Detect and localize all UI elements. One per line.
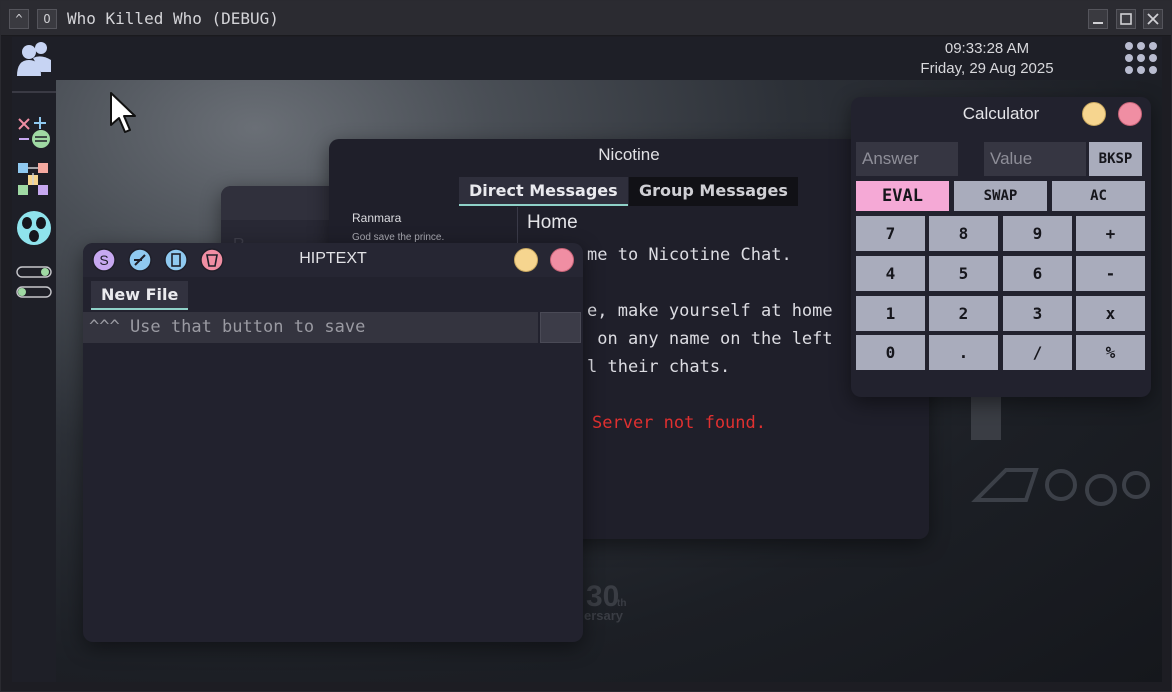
left-dock [12, 37, 56, 682]
delete-icon[interactable] [200, 248, 224, 272]
toggle-switch-off[interactable] [16, 283, 52, 302]
calc-key-multiply[interactable]: x [1076, 296, 1145, 331]
calc-key-minus[interactable]: - [1076, 256, 1145, 291]
tab-direct-messages[interactable]: Direct Messages [459, 177, 628, 206]
calculator-title: Calculator [962, 104, 1040, 123]
backspace-button[interactable]: BKSP [1089, 142, 1142, 176]
os-window: ^ O Who Killed Who (DEBUG) 30 th ersary … [0, 0, 1172, 692]
close-icon [1147, 13, 1159, 25]
maximize-icon [1120, 13, 1132, 25]
wallpaper-tower [971, 390, 1001, 440]
contact-status: God save the prince. [352, 232, 445, 243]
nicotine-home-heading: Home [527, 212, 578, 233]
calc-key-3[interactable]: 3 [1003, 296, 1072, 331]
value-field[interactable]: Value [984, 142, 1086, 176]
calc-key-ac[interactable]: AC [1052, 181, 1145, 211]
calc-key-7[interactable]: 7 [856, 216, 925, 251]
calc-key-1[interactable]: 1 [856, 296, 925, 331]
strike-icon[interactable]: S [92, 248, 116, 272]
mouse-cursor-icon [109, 91, 139, 141]
close-button[interactable] [1143, 9, 1163, 29]
os-titlebar: ^ O Who Killed Who (DEBUG) [1, 1, 1171, 36]
clock: 09:33:28 AM Friday, 29 Aug 2025 [892, 39, 1082, 79]
welcome-line-2: e, make yourself at home [587, 301, 833, 321]
nicotine-title: Nicotine [598, 145, 660, 164]
calc-key-0[interactable]: 0 [856, 335, 925, 370]
scroll-up-button[interactable]: ^ [9, 9, 29, 29]
calculator-app-icon[interactable] [16, 115, 52, 155]
server-error-message: Server not found. [592, 413, 766, 433]
calc-key-divide[interactable]: / [1003, 335, 1072, 370]
window-menu-button[interactable]: O [37, 9, 57, 29]
clock-date: Friday, 29 Aug 2025 [920, 60, 1054, 77]
toggle-switch-on[interactable] [16, 263, 52, 282]
calc-key-4[interactable]: 4 [856, 256, 925, 291]
tab-group-messages[interactable]: Group Messages [629, 177, 798, 206]
hiptext-close-button[interactable] [550, 248, 574, 272]
calculator-close-button[interactable] [1118, 102, 1142, 126]
minimize-icon [1093, 22, 1103, 24]
window-title: Who Killed Who (DEBUG) [67, 9, 279, 28]
hiptext-minimize-button[interactable] [514, 248, 538, 272]
calc-key-6[interactable]: 6 [1003, 256, 1072, 291]
calc-key-2[interactable]: 2 [929, 296, 998, 331]
calculator-window[interactable]: Calculator Answer Value BKSP EVAL SWAP AC 7… [851, 97, 1151, 397]
copy-icon[interactable] [164, 248, 188, 272]
maximize-button[interactable] [1116, 9, 1136, 29]
calc-key-eval[interactable]: EVAL [856, 181, 949, 211]
face-app-icon[interactable] [15, 209, 53, 251]
minimize-button[interactable] [1088, 9, 1108, 29]
tab-new-file[interactable]: New File [91, 281, 189, 310]
desktop: 30 th ersary 09:33:28 AM Friday, 29 Aug … [12, 37, 1162, 682]
svg-text:S: S [99, 252, 108, 268]
hiptext-title: HIPTEXT [299, 250, 367, 267]
calc-key-9[interactable]: 9 [1003, 216, 1072, 251]
app-grid-icon[interactable] [1124, 41, 1158, 79]
answer-field[interactable]: Answer [856, 142, 958, 176]
contact-name[interactable]: Ranmara [352, 211, 401, 225]
welcome-line-1: me to Nicotine Chat. [587, 245, 792, 265]
save-button[interactable] [540, 312, 581, 343]
calc-key-swap[interactable]: SWAP [954, 181, 1047, 211]
users-icon[interactable] [15, 40, 53, 82]
dock-separator [12, 91, 56, 93]
filename-input[interactable]: ^^^ Use that button to save [83, 312, 538, 343]
wallpaper-decoration [971, 468, 1150, 506]
calc-key-plus[interactable]: + [1076, 216, 1145, 251]
calc-key-5[interactable]: 5 [929, 256, 998, 291]
welcome-line-4: l their chats. [587, 357, 731, 377]
clock-time: 09:33:28 AM [944, 40, 1030, 57]
hiptext-window[interactable]: HIPTEXT S New File ^^^ Use that button t… [83, 243, 583, 642]
welcome-line-3: on any name on the left [587, 329, 833, 349]
calc-key-8[interactable]: 8 [929, 216, 998, 251]
diagram-app-icon[interactable] [16, 161, 52, 201]
wallpaper-badge-word: ersary [584, 608, 624, 623]
edit-icon[interactable] [128, 248, 152, 272]
calc-key-decimal[interactable]: . [929, 335, 998, 370]
calculator-minimize-button[interactable] [1082, 102, 1106, 126]
calc-key-percent[interactable]: % [1076, 335, 1145, 370]
